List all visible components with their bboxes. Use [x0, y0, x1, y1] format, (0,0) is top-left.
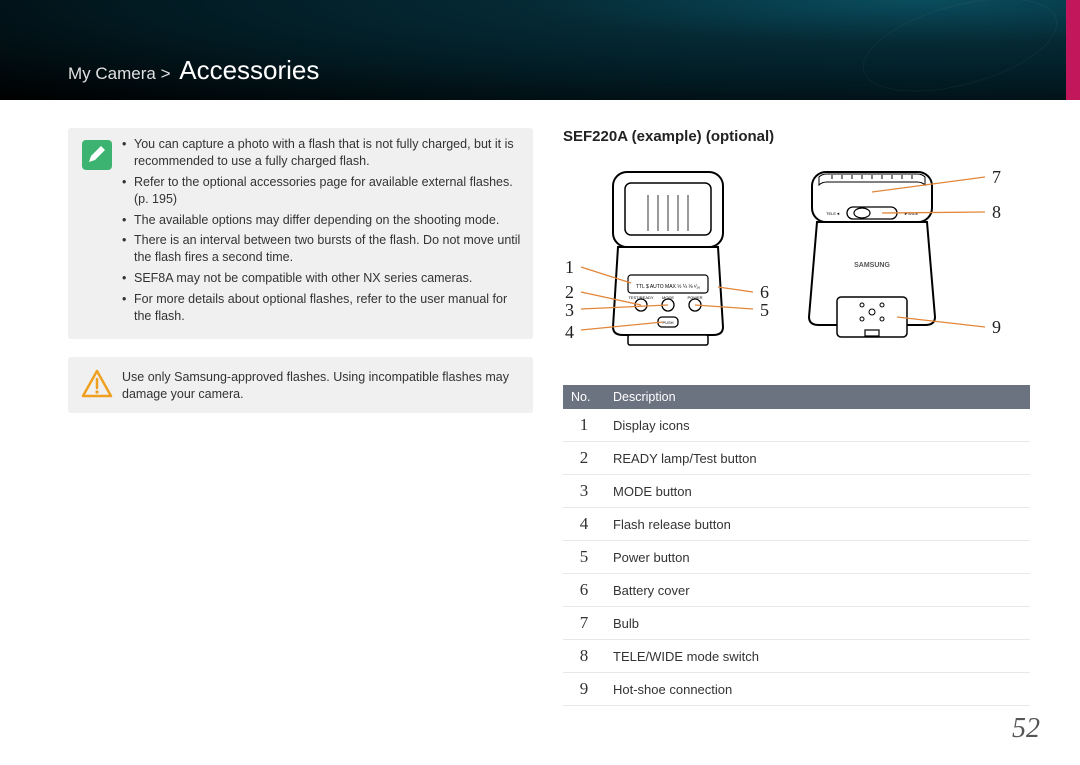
svg-text:►WIDE: ►WIDE	[904, 211, 919, 216]
diagram-row: TTL $ AUTO MAX ½ ¼ ⅛ ¹⁄₁₆ TEST/READY MOD…	[563, 157, 1030, 357]
right-column: SEF220A (example) (optional)	[563, 128, 1030, 706]
description-table: No. Description 1Display icons 2READY la…	[563, 385, 1030, 706]
callout-9: 9	[992, 317, 1001, 338]
info-note-item: SEF8A may not be compatible with other N…	[122, 270, 523, 287]
callout-5: 5	[760, 300, 769, 321]
warning-note-box: Use only Samsung-approved flashes. Using…	[68, 357, 533, 413]
table-row: 1Display icons	[563, 409, 1030, 442]
info-note-item: For more details about optional flashes,…	[122, 291, 523, 325]
warning-icon	[78, 365, 116, 403]
table-row: 2READY lamp/Test button	[563, 442, 1030, 475]
content-area: You can capture a photo with a flash tha…	[0, 100, 1080, 706]
left-column: You can capture a photo with a flash tha…	[68, 128, 533, 706]
header-decor	[853, 0, 1067, 110]
svg-text:SAMSUNG: SAMSUNG	[854, 262, 890, 269]
info-note-box: You can capture a photo with a flash tha…	[68, 128, 533, 339]
breadcrumb-path: My Camera >	[68, 64, 171, 83]
flash-back-diagram: TELE◄ ►WIDE SAMSUNG	[787, 157, 997, 357]
callout-7: 7	[992, 167, 1001, 188]
callout-3: 3	[565, 300, 574, 321]
svg-text:POWER: POWER	[687, 295, 702, 300]
svg-text:MODE: MODE	[662, 295, 674, 300]
page-number: 52	[1012, 713, 1040, 745]
callout-6: 6	[760, 282, 769, 303]
flash-front-diagram: TTL $ AUTO MAX ½ ¼ ⅛ ¹⁄₁₆ TEST/READY MOD…	[563, 157, 763, 357]
breadcrumb: My Camera > Accessories	[68, 55, 319, 86]
table-row: 4Flash release button	[563, 508, 1030, 541]
info-note-item: You can capture a photo with a flash tha…	[122, 136, 523, 170]
callout-1: 1	[565, 257, 574, 278]
svg-text:TTL $ AUTO MAX ½ ¼ ⅛ ¹⁄₁₆: TTL $ AUTO MAX ½ ¼ ⅛ ¹⁄₁₆	[636, 283, 700, 290]
info-note-item: The available options may differ dependi…	[122, 212, 523, 229]
svg-text:TELE◄: TELE◄	[826, 211, 840, 216]
pencil-icon	[78, 136, 116, 174]
table-row: 9Hot-shoe connection	[563, 673, 1030, 706]
callout-4: 4	[565, 322, 574, 343]
th-no: No.	[563, 385, 605, 409]
page-title: Accessories	[179, 55, 319, 85]
table-row: 7Bulb	[563, 607, 1030, 640]
table-row: 3MODE button	[563, 475, 1030, 508]
table-row: 6Battery cover	[563, 574, 1030, 607]
callout-8: 8	[992, 202, 1001, 223]
svg-text:TEST/READY: TEST/READY	[628, 295, 653, 300]
info-note-item: There is an interval between two bursts …	[122, 232, 523, 266]
table-row: 5Power button	[563, 541, 1030, 574]
svg-text:PUSH: PUSH	[662, 320, 673, 325]
section-title: SEF220A (example) (optional)	[563, 128, 1030, 145]
info-notes-list: You can capture a photo with a flash tha…	[122, 136, 523, 329]
th-desc: Description	[605, 385, 1030, 409]
page-header: My Camera > Accessories	[0, 0, 1080, 100]
table-row: 8TELE/WIDE mode switch	[563, 640, 1030, 673]
warning-text: Use only Samsung-approved flashes. Using…	[122, 365, 523, 403]
info-note-item: Refer to the optional accessories page f…	[122, 174, 523, 208]
